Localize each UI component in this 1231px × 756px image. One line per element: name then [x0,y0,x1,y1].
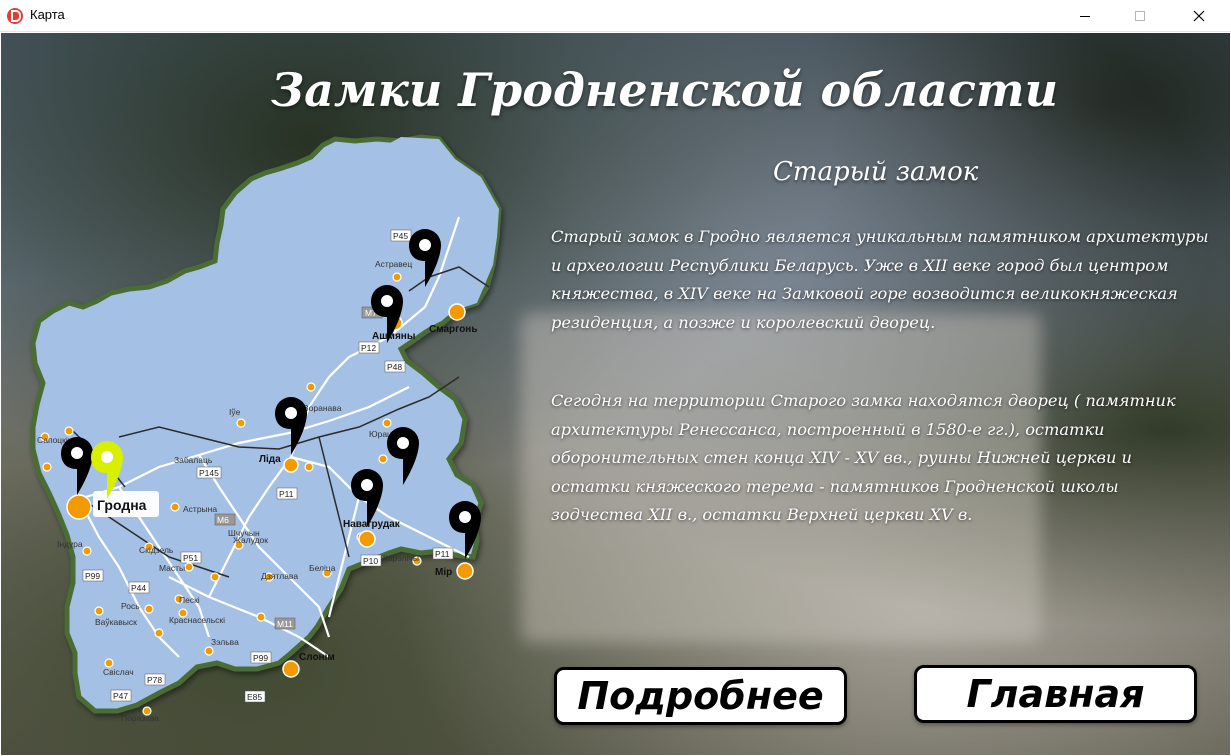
label-ros: Рось [121,601,140,611]
road-label-p11-east: P11 [435,549,450,559]
main-content: Замки Гродненской области Старый замок С… [1,33,1230,755]
window-title: Карта [30,7,65,22]
grodno-region-map: P45 M7 P12 P48 P145 P11 M6 P51 P44 P99 P… [29,134,509,723]
road-label-p48: P48 [387,362,402,372]
road-label-p99-west: P99 [85,571,100,581]
minimize-icon [1080,15,1090,17]
label-smarhon: Смаргонь [429,324,478,335]
road-label-p45: P45 [393,231,408,241]
road-label-m6: M6 [217,515,229,525]
road-label-p99-east: P99 [253,653,268,663]
label-porazava: Поразава [121,713,159,723]
label-astravets: Астравец [375,259,412,269]
road-label-m11: M11 [277,619,293,629]
label-zabalats: Забалаць [174,455,213,465]
label-slonim: Слонім [299,652,335,663]
road-label-p10: P10 [363,556,378,566]
road-label-p44: P44 [131,583,146,593]
label-vaukavysk: Ваўкавыск [95,617,137,627]
label-iue: Іўе [229,407,241,417]
label-skidzel: Скідзель [139,545,174,555]
label-karelichy: Карэлічы [383,553,419,563]
more-details-button[interactable]: Подробнее [554,667,847,725]
label-svislach: Свіслач [103,667,134,677]
home-button[interactable]: Главная [914,665,1197,723]
castle-description-2: Сегодня на территории Старого замка нахо… [551,391,1176,524]
label-ashmyany: Ашмяны [372,331,415,342]
label-astryna: Астрына [183,504,217,514]
label-indura: Індура [57,539,83,549]
road-label-p51: P51 [183,553,198,563]
castle-name: Старый замок [773,157,979,187]
road-label-p12: P12 [361,343,376,353]
label-voranava: Воранава [303,403,342,413]
label-mir: Мір [435,567,452,578]
road-label-p145: P145 [199,468,219,478]
label-zhaludok: Жалудок [233,535,268,545]
road-label-e85: E85 [247,692,262,702]
maximize-icon [1135,11,1145,21]
label-navahrudak: Навагрудак [343,519,401,530]
label-dziatlava: Дзятлава [261,571,298,581]
window-titlebar: Карта [0,0,1231,32]
label-krasnasielski: Краснасельскі [169,615,225,625]
label-belitsa: Беліца [309,563,336,573]
map-svg: P45 M7 P12 P48 P145 P11 M6 P51 P44 P99 P… [30,134,502,723]
road-label-p47: P47 [113,691,128,701]
road-label-p11: P11 [279,489,294,499]
label-pieski: Пескі [179,595,200,605]
label-masty: Масты [159,563,185,573]
label-zelva: Зэльва [211,637,239,647]
close-icon [1193,10,1205,22]
castle-description-1: Старый замок в Гродно является уникальны… [551,227,1209,332]
close-button[interactable] [1176,0,1222,32]
maximize-button[interactable] [1117,0,1163,32]
road-label-p78: P78 [147,675,162,685]
app-logo-icon [7,8,23,24]
label-grodno: Гродна [97,497,147,513]
page-title: Замки Гродненской области [271,63,1059,117]
label-lida: Ліда [259,454,281,465]
minimize-button[interactable] [1062,0,1108,32]
